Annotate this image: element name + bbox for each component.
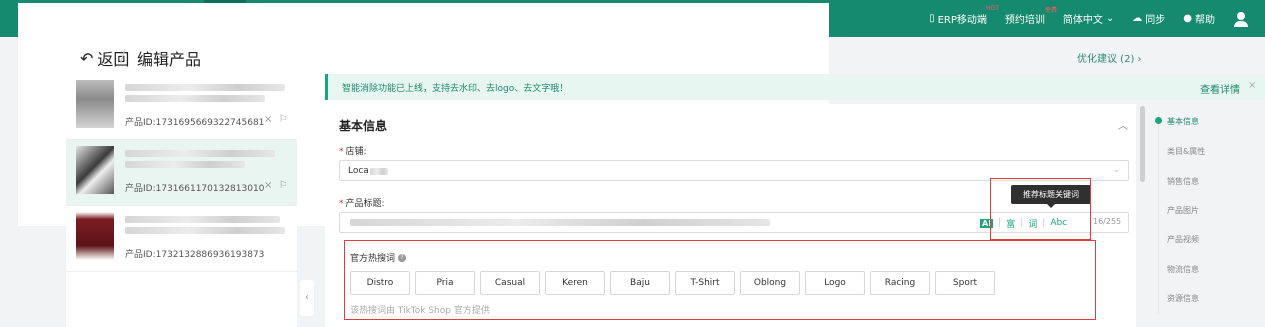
collapse-up-icon[interactable]: ︿: [1118, 117, 1128, 132]
anchor-resources[interactable]: 资源信息: [1167, 293, 1199, 304]
question-icon[interactable]: ?: [398, 253, 407, 262]
product-title-blurred: [125, 161, 245, 168]
hot-keyword-chip[interactable]: Oblong: [740, 271, 800, 295]
highlight-box-tools: [990, 178, 1091, 240]
nav-right-tools: ▯ ERP移动端 HOT 预约培训 免费 简体中文 ⌄ ☁ 同步 ● 帮助: [929, 0, 1265, 37]
training-label: 预约培训: [1004, 15, 1045, 26]
hot-keyword-chip[interactable]: Pria: [415, 271, 475, 295]
training-link[interactable]: 预约培训 免费: [1004, 7, 1057, 26]
page-title: 编辑产品: [137, 50, 202, 69]
store-value: Loca: [348, 166, 369, 176]
hot-keyword-chip[interactable]: Keren: [545, 271, 605, 295]
product-title-blurred: [125, 227, 285, 234]
easyboss-logo[interactable]: EasyBoss .com 妙手旗下品牌: [0, 0, 829, 226]
erp-mobile-link[interactable]: ▯ ERP移动端 HOT: [929, 5, 999, 26]
undo-icon: ↶: [80, 48, 94, 68]
collapse-sidebar-button[interactable]: ‹: [300, 280, 314, 316]
mobile-icon: ▯: [929, 13, 935, 24]
free-tag: 免费: [1044, 7, 1057, 14]
product-id: 产品ID:1732132886936193873: [125, 250, 265, 260]
chevron-down-icon: ⌄: [1105, 13, 1115, 24]
user-icon[interactable]: [1233, 11, 1249, 27]
product-thumbnail: [76, 80, 114, 128]
title-label-text: 产品标题:: [345, 199, 385, 209]
title-text-blurred: [350, 219, 770, 226]
language-select[interactable]: 简体中文 ⌄: [1063, 11, 1114, 26]
product-id: 产品ID:1731661170132813010: [125, 184, 265, 194]
hot-keyword-chip[interactable]: Logo: [805, 271, 865, 295]
hot-keyword-chip[interactable]: Sport: [935, 271, 995, 295]
page-header: ↶ 返回 / 编辑产品 优化建议 (2) ›: [0, 37, 1265, 74]
optimize-suggestions-link[interactable]: 优化建议 (2) ›: [1077, 50, 1142, 65]
product-title-blurred: [125, 150, 275, 157]
hot-keyword-chip[interactable]: Racing: [870, 271, 930, 295]
hot-search-source: 该热搜词由 TikTok Shop 官方提供: [350, 306, 490, 316]
close-icon[interactable]: ×: [264, 114, 272, 125]
anchor-logistics[interactable]: 物流信息: [1167, 264, 1199, 275]
logo-domain: .com: [92, 1, 110, 9]
main-scrollbar[interactable]: [1139, 104, 1147, 327]
notice-text: 智能消除功能已上线，支持去水印、去logo、去文字哦！: [342, 84, 569, 94]
hot-search-title: 官方热搜词 ?: [350, 251, 407, 264]
breadcrumb-separator: /: [120, 46, 126, 65]
hot-keyword-chip[interactable]: T-Shirt: [675, 271, 735, 295]
anchor-sales[interactable]: 销售信息: [1167, 176, 1199, 187]
hot-keyword-chip[interactable]: Casual: [480, 271, 540, 295]
close-icon[interactable]: ×: [264, 180, 272, 191]
store-label-text: 店铺:: [345, 147, 367, 157]
help-button[interactable]: ● 帮助: [1183, 11, 1215, 26]
item-actions: × ⚐: [264, 180, 288, 191]
list-item[interactable]: 产品ID:1731661170132813010 × ⚐: [66, 140, 297, 206]
title-label: * 产品标题:: [339, 199, 385, 209]
anchor-video[interactable]: 产品视频: [1167, 234, 1199, 245]
store-label: * 店铺:: [339, 147, 367, 157]
top-nav-bar: EasyBoss .com 妙手旗下品牌 首页 产品 订单 采购 仓库 分销 数…: [0, 0, 1265, 226]
anchor-basic-info[interactable]: 基本信息: [1167, 116, 1199, 127]
flag-icon[interactable]: ⚐: [279, 180, 288, 191]
erp-mobile-label: ERP移动端: [937, 15, 987, 26]
product-id: 产品ID:1731695669322745681: [125, 118, 265, 128]
item-actions: × ⚐: [264, 114, 288, 125]
scrollbar-thumb[interactable]: [1140, 106, 1145, 182]
list-item[interactable]: 产品ID:1732132886936193873: [66, 206, 297, 272]
view-details-link[interactable]: 查看详情: [1200, 81, 1240, 96]
close-icon[interactable]: ×: [1248, 80, 1256, 91]
sync-label: 同步: [1145, 15, 1166, 26]
hot-keyword-chip[interactable]: Distro: [350, 271, 410, 295]
basic-info-panel: 基本信息 ︿ * 店铺: Loca ⌄ * 产品标题: AI | 富 | 词 | A…: [325, 104, 1136, 327]
product-title-blurred: [125, 84, 285, 91]
hot-search-title-text: 官方热搜词: [350, 254, 396, 264]
active-dot-icon: [1155, 117, 1162, 124]
anchor-category[interactable]: 类目&属性: [1167, 146, 1205, 157]
hot-keyword-list: Distro Pria Casual Keren Baju T-Shirt Ob…: [350, 271, 995, 295]
help-label: 帮助: [1195, 15, 1215, 26]
language-label: 简体中文: [1062, 15, 1103, 26]
sync-button[interactable]: ☁ 同步: [1132, 11, 1165, 26]
chevron-down-icon: ⌄: [1112, 165, 1120, 175]
hot-tag: HOT: [985, 5, 999, 12]
cloud-icon: ☁: [1132, 13, 1143, 24]
product-thumbnail: [76, 212, 114, 260]
anchor-line: [1158, 114, 1159, 314]
product-title-blurred: [125, 95, 265, 102]
notice-banner: 智能消除功能已上线，支持去水印、去logo、去文字哦！ 查看详情 ×: [325, 74, 1265, 100]
char-counter: 16/255: [1093, 217, 1122, 226]
flag-icon[interactable]: ⚐: [279, 114, 288, 125]
list-item[interactable]: 产品ID:1731695669322745681 × ⚐: [66, 74, 297, 140]
section-title: 基本信息: [339, 119, 388, 133]
hot-keyword-chip[interactable]: Baju: [610, 271, 670, 295]
product-list: 产品ID:1731695669322745681 × ⚐ 产品ID:173166…: [66, 74, 297, 327]
product-thumbnail: [76, 146, 114, 194]
optimize-label: 优化建议 (2): [1077, 54, 1135, 65]
help-icon: ●: [1183, 13, 1192, 24]
anchor-images[interactable]: 产品图片: [1167, 205, 1199, 216]
section-anchor-nav: 基本信息 类目&属性 销售信息 产品图片 产品视频 物流信息 资源信息: [1152, 104, 1265, 327]
logo-subtitle: 妙手旗下品牌: [20, 25, 68, 34]
product-title-blurred: [125, 216, 280, 223]
store-name-blurred: [370, 168, 388, 175]
